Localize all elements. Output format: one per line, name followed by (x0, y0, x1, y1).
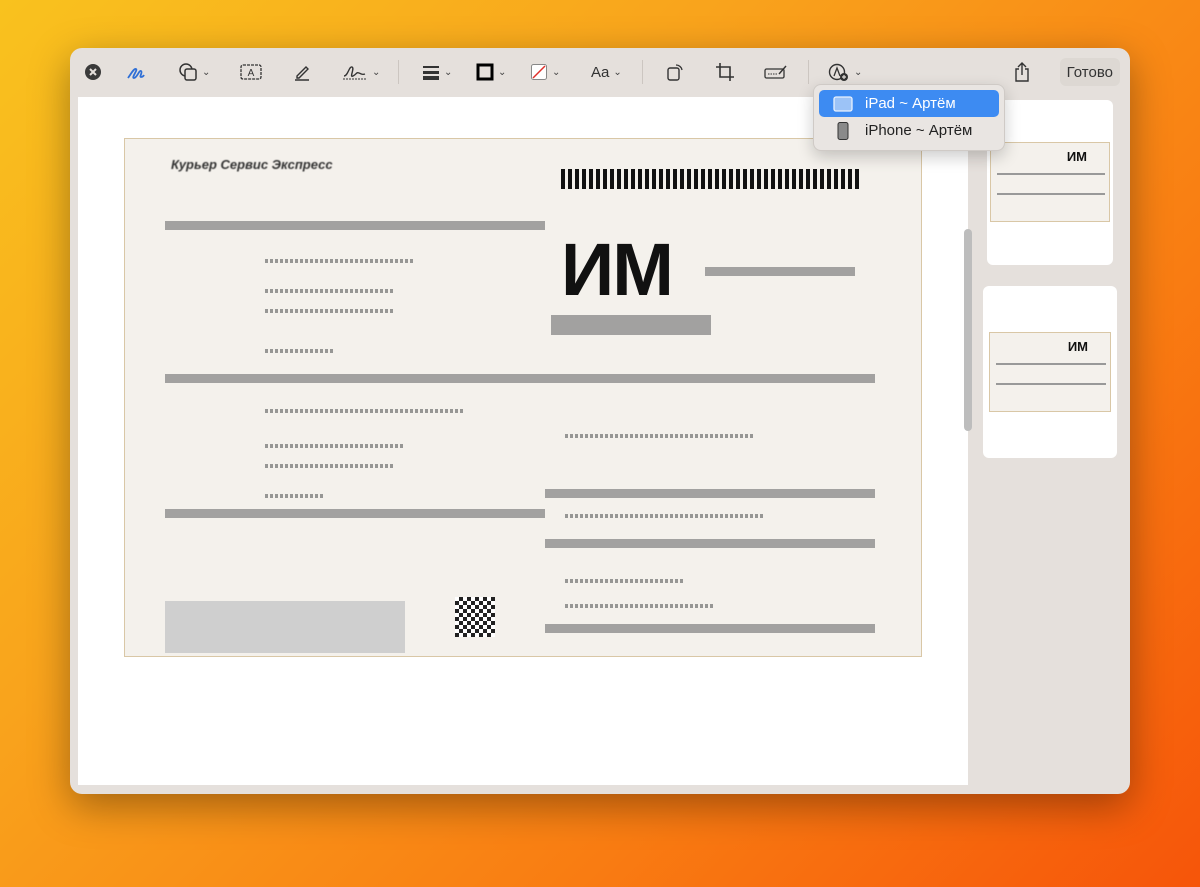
thumbnail-big-text: ИМ (1066, 149, 1087, 164)
line-style-button[interactable]: ⌄ (422, 60, 452, 84)
markup-button[interactable] (126, 60, 146, 84)
close-icon (85, 64, 101, 80)
share-icon (1015, 62, 1029, 82)
menu-item-ipad[interactable]: iPad ~ Артём (819, 90, 999, 117)
chevron-down-icon: ⌄ (202, 66, 211, 78)
fill-color-icon (531, 64, 547, 80)
form-fill-button[interactable] (764, 60, 788, 84)
signature-icon (343, 66, 367, 80)
page-thumbnail[interactable]: ИМ (987, 100, 1113, 265)
chevron-down-icon: ⌄ (498, 66, 507, 78)
done-button[interactable]: Готово (1059, 58, 1120, 86)
pencil-icon (295, 66, 309, 81)
font-button[interactable]: Aa ⌄ (591, 60, 622, 84)
highlight-button[interactable] (292, 60, 312, 84)
toolbar-divider (398, 60, 399, 84)
menu-item-label: iPad ~ Артём (865, 95, 956, 112)
share-button[interactable] (1013, 60, 1031, 84)
scanned-document: Курьер Сервис Экспресс ИМ (124, 138, 922, 657)
close-button[interactable] (84, 60, 102, 84)
device-menu: iPad ~ Артём iPhone ~ Артём (813, 84, 1005, 151)
document-canvas[interactable]: Курьер Сервис Экспресс ИМ (78, 97, 972, 785)
toolbar-divider (642, 60, 643, 84)
annotate-from-device-button[interactable]: ⌄ (828, 60, 862, 84)
vertical-scrollbar[interactable] (964, 229, 972, 431)
ipad-icon (833, 95, 853, 112)
crop-icon (716, 63, 734, 81)
sign-button[interactable]: ⌄ (342, 60, 380, 84)
font-label: Aa (591, 63, 610, 81)
page-thumbnail[interactable]: ИМ (983, 286, 1117, 458)
crop-button[interactable] (715, 60, 735, 84)
iphone-icon (837, 121, 849, 140)
menu-item-label: iPhone ~ Артём (865, 122, 973, 139)
pen-scribble-icon (127, 68, 145, 79)
device-sketch-icon (828, 63, 848, 81)
line-style-icon (423, 66, 439, 80)
border-color-icon (476, 63, 494, 81)
chevron-down-icon: ⌄ (444, 66, 453, 78)
chevron-down-icon: ⌄ (552, 66, 561, 78)
document-big-text: ИМ (561, 228, 674, 311)
shapes-button[interactable]: ⌄ (178, 60, 210, 84)
document-logo: Курьер Сервис Экспресс (171, 157, 333, 172)
chevron-down-icon: ⌄ (372, 66, 381, 78)
thumbnail-big-text: ИМ (1067, 339, 1088, 354)
rotate-icon (667, 64, 683, 81)
border-color-button[interactable]: ⌄ (476, 60, 506, 84)
svg-text:A: A (248, 68, 255, 79)
thumbnail-sidebar: ИМ ИМ (975, 97, 1130, 794)
chevron-down-icon: ⌄ (854, 66, 863, 78)
chevron-down-icon: ⌄ (613, 66, 622, 78)
text-box-icon: A (240, 64, 262, 80)
shapes-icon (179, 63, 197, 81)
form-fill-icon (764, 65, 787, 79)
menu-item-iphone[interactable]: iPhone ~ Артём (819, 117, 999, 144)
preview-window: ⌄ A ⌄ ⌄ ⌄ ⌄ Aa ⌄ ⌄ Готово Курьер Сервис Э… (70, 48, 1130, 794)
rotate-button[interactable] (665, 60, 685, 84)
toolbar-divider (808, 60, 809, 84)
text-box-button[interactable]: A (240, 60, 262, 84)
fill-color-button[interactable]: ⌄ (530, 60, 560, 84)
